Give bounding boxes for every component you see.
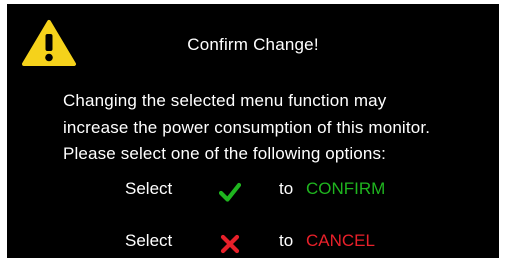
cancel-option[interactable]: Select to CANCEL	[7, 231, 499, 257]
message-line: Changing the selected menu function may	[63, 91, 387, 110]
cancel-action-label[interactable]: CANCEL	[306, 231, 375, 251]
cross-icon	[220, 234, 240, 254]
confirm-option[interactable]: Select to CONFIRM	[7, 179, 499, 205]
confirm-select-label: Select	[125, 179, 173, 198]
cancel-select-label: Select	[125, 231, 173, 250]
message-line: Please select one of the following optio…	[63, 144, 387, 163]
confirm-action-label[interactable]: CONFIRM	[306, 179, 385, 199]
message-line: increase the power consumption of this m…	[63, 117, 431, 137]
checkmark-icon	[219, 182, 241, 202]
cancel-to-label: to	[279, 231, 294, 250]
confirm-change-dialog: Confirm Change! Changing the selected me…	[7, 4, 499, 258]
confirm-to-label: to	[279, 179, 294, 198]
dialog-title: Confirm Change!	[187, 35, 319, 54]
dialog-message: Changing the selected menu function may …	[63, 88, 430, 168]
